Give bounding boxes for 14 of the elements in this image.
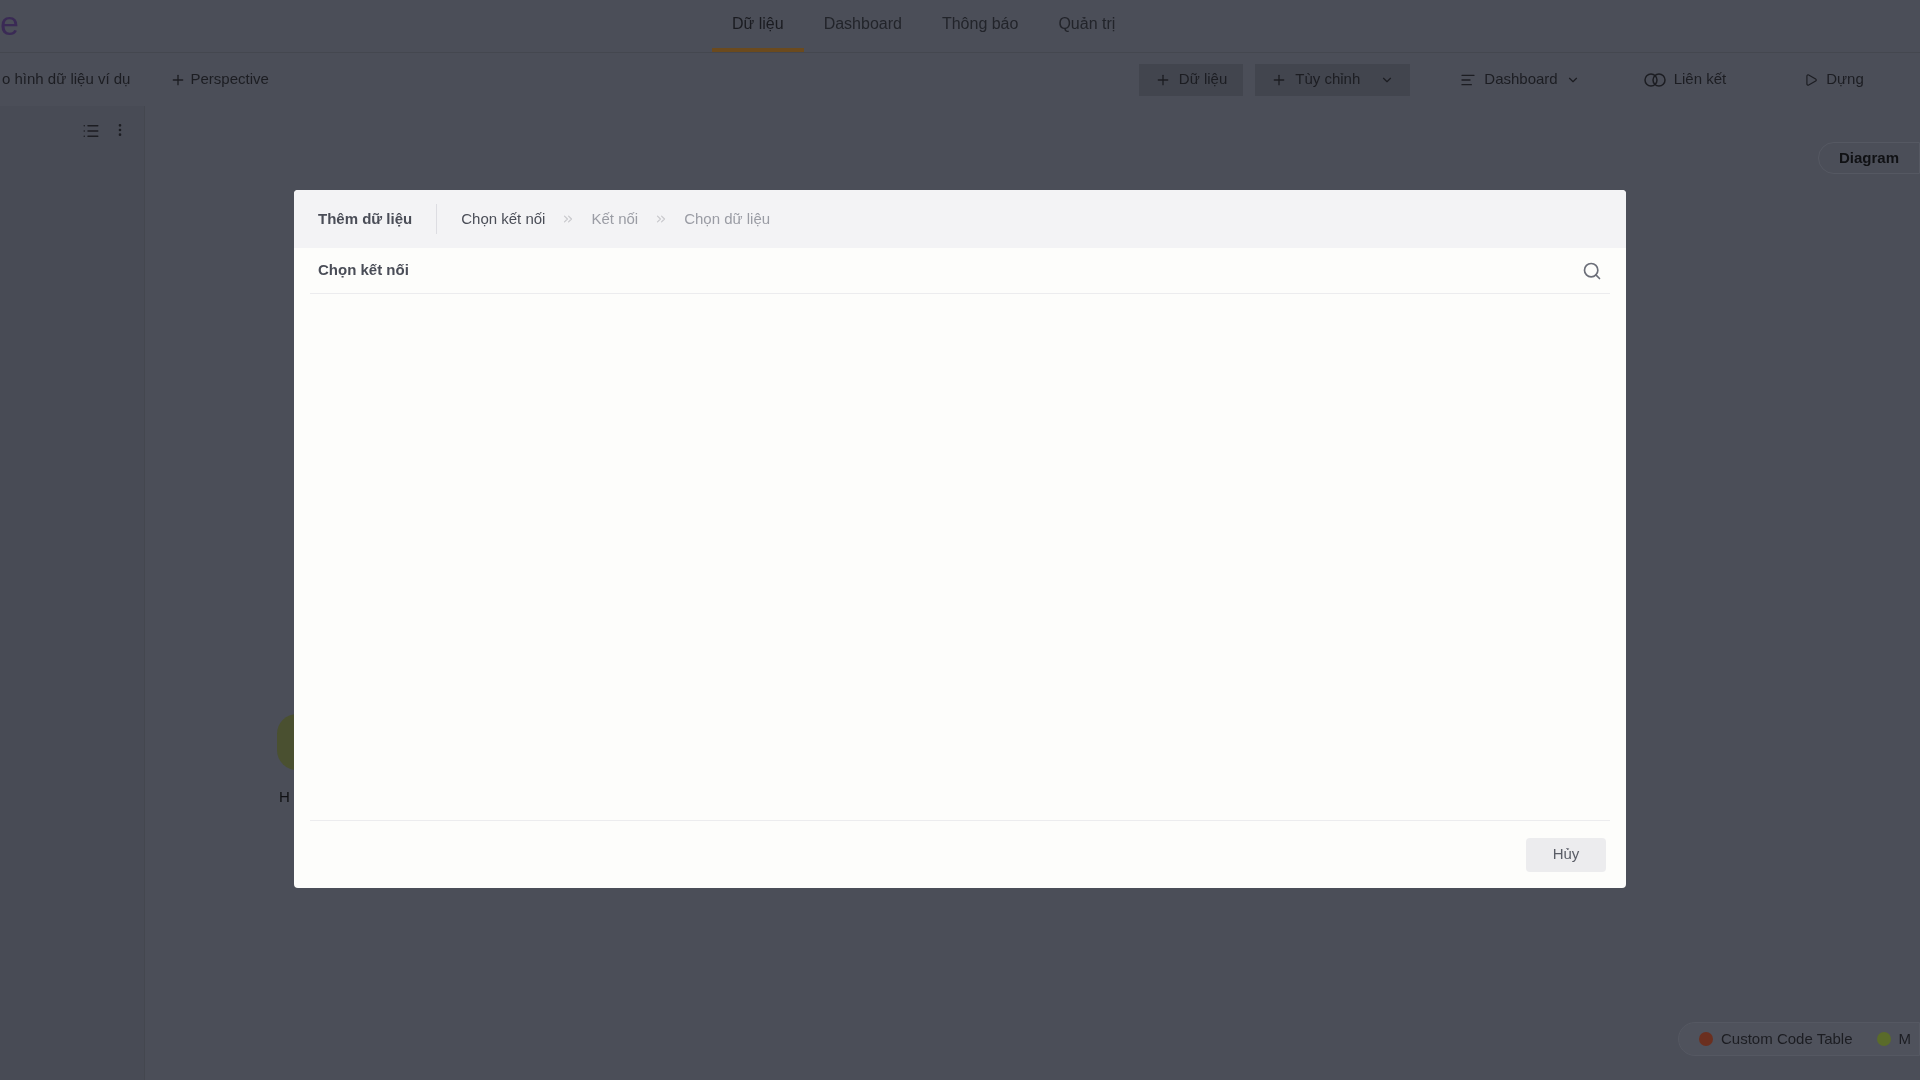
list-icon[interactable] (82, 122, 100, 140)
node-label: H (279, 787, 290, 807)
step-label: Chọn kết nối (461, 208, 546, 229)
section-label: Chọn kết nối (318, 260, 409, 281)
nav-tab[interactable]: Dữ liệu (712, 0, 804, 52)
dialog-title: Thêm dữ liệu (318, 208, 413, 229)
step-label: Chọn dữ liệu (684, 208, 771, 229)
rings-icon (1643, 71, 1666, 88)
search-icon[interactable] (1582, 260, 1602, 281)
cancel-button[interactable]: Hủy (1526, 837, 1606, 872)
play-icon (1804, 72, 1819, 87)
legend-label: M (1898, 1028, 1911, 1049)
legend-label: Custom Code Table (1721, 1028, 1853, 1049)
step-label: Kết nối (591, 208, 639, 229)
